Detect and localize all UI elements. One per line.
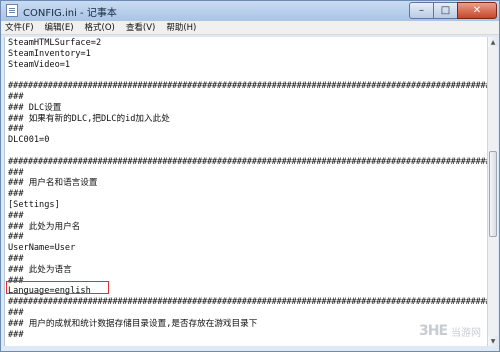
editor-line: ### 用户的成就和统计数据存储目录设置,是否存放在游戏目录下: [8, 318, 258, 329]
editor-line: UserName=User: [8, 243, 76, 254]
notepad-window: CONFIG.ini - 记事本 – □ ✕ 文件(F) 编辑(E) 格式(O)…: [0, 0, 500, 352]
window-controls: – □ ✕: [409, 2, 497, 19]
editor-line: ### DLC设置: [8, 102, 62, 113]
editor-line: ########################################…: [8, 81, 488, 92]
editor-line: ###: [8, 167, 24, 178]
scroll-up-arrow-icon[interactable]: ▲: [488, 37, 498, 47]
menu-edit[interactable]: 编辑(E): [45, 21, 74, 35]
minimize-button[interactable]: –: [409, 2, 433, 19]
editor-line: ###: [8, 232, 24, 243]
scrollbar-thumb[interactable]: [489, 151, 497, 237]
editor-line: ###: [8, 275, 24, 286]
close-button[interactable]: ✕: [457, 2, 497, 19]
maximize-button[interactable]: □: [433, 2, 457, 19]
editor-line: ### 如果有新的DLC,把DLC的id加入此处: [8, 113, 170, 124]
title-bar[interactable]: CONFIG.ini - 记事本 – □ ✕: [1, 1, 499, 21]
menu-format[interactable]: 格式(O): [85, 21, 115, 35]
editor-line: ###: [8, 189, 24, 200]
menu-view[interactable]: 查看(V): [126, 21, 155, 35]
editor-line: DLC001=0: [8, 135, 50, 146]
editor-line: SteamHTMLSurface=2: [8, 38, 102, 48]
editor-line: [Settings]: [8, 199, 60, 210]
editor-line: ### 用户名和语言设置: [8, 178, 98, 189]
editor-line: ###: [8, 329, 24, 340]
editor-line: ########################################…: [8, 297, 488, 308]
notepad-icon: [6, 4, 18, 17]
editor-line-language: Language=english: [8, 286, 91, 297]
menu-file[interactable]: 文件(F): [5, 21, 34, 35]
vertical-scrollbar[interactable]: ▲ ▼: [487, 37, 498, 346]
editor-line: ### 此处为语言: [8, 264, 72, 275]
editor-line: ###: [8, 91, 24, 102]
menu-bar: 文件(F) 编辑(E) 格式(O) 查看(V) 帮助(H): [1, 21, 499, 35]
editor-line: ###: [8, 253, 24, 264]
window-title: CONFIG.ini - 记事本: [23, 8, 117, 19]
editor-line: ########################################…: [8, 156, 488, 167]
editor-line: ### 此处为用户名: [8, 221, 81, 232]
window-bottom-border: [1, 346, 499, 351]
editor-line: SteamVideo=1: [8, 59, 71, 70]
editor-line: SteamInventory=1: [8, 48, 91, 59]
editor-line: ###: [8, 210, 24, 221]
menu-help[interactable]: 帮助(H): [166, 21, 196, 35]
editor-line: ###: [8, 307, 24, 318]
editor-lines: SteamHTMLSurface=2 SteamInventory=1 Stea…: [8, 38, 488, 340]
editor-line: ###: [8, 124, 24, 135]
text-editor-area[interactable]: SteamHTMLSurface=2 SteamInventory=1 Stea…: [4, 37, 488, 346]
scroll-down-arrow-icon[interactable]: ▼: [488, 336, 498, 346]
